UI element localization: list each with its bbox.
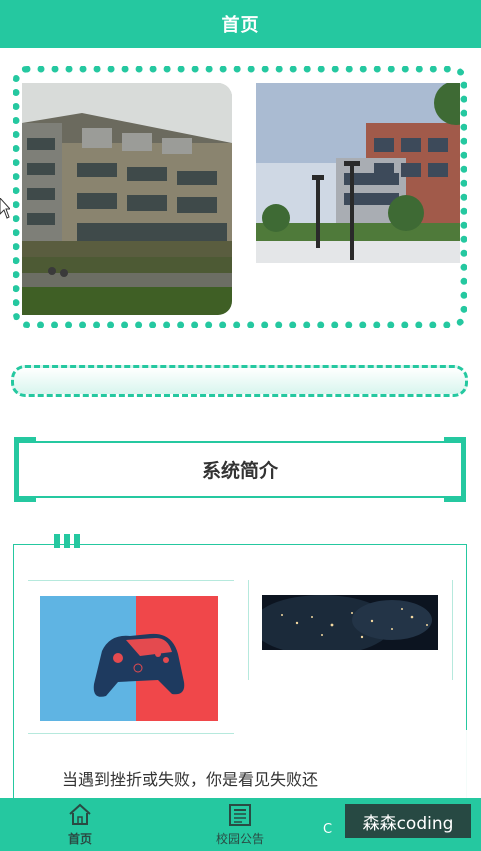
game-controller-image — [40, 596, 218, 721]
bar-decoration — [54, 534, 60, 548]
intro-image-earth[interactable] — [262, 595, 438, 650]
newspaper-icon — [229, 804, 251, 826]
page-title: 首页 — [221, 15, 260, 36]
watermark-label: 森森coding — [345, 804, 471, 838]
intro-text: 当遇到挫折或失败，你是看见失败还 — [62, 770, 319, 789]
campus-building-photo — [256, 83, 460, 263]
top-navigation-bar: 首页 — [0, 0, 481, 48]
carousel-slide-villa[interactable] — [22, 83, 232, 315]
fade-overlay — [336, 730, 481, 800]
bar-decoration — [74, 534, 80, 548]
left-bracket-decoration — [14, 437, 36, 502]
card-tab-decoration — [54, 534, 80, 548]
section-title-frame: 系统简介 — [14, 441, 466, 498]
tab-home[interactable]: 首页 — [0, 798, 160, 851]
bar-decoration — [64, 534, 70, 548]
right-bracket-decoration — [444, 437, 466, 502]
carousel-slide-campus[interactable] — [256, 83, 460, 263]
mouse-cursor-icon — [0, 198, 10, 219]
tab-campus-notice-label: 校园公告 — [215, 832, 264, 846]
section-title: 系统简介 — [201, 460, 278, 482]
section-title-box: 系统简介 — [14, 437, 466, 502]
villa-townhouses-photo — [22, 83, 232, 315]
watermark-prefix: C — [323, 822, 333, 837]
gradient-divider-bar — [11, 365, 468, 397]
intro-image-controller[interactable] — [40, 596, 218, 721]
tab-campus-notice[interactable]: 校园公告 — [160, 798, 320, 851]
night-earth-image — [262, 595, 438, 650]
tab-home-label: 首页 — [67, 832, 92, 846]
image-carousel[interactable] — [13, 66, 467, 328]
home-icon — [69, 803, 91, 825]
